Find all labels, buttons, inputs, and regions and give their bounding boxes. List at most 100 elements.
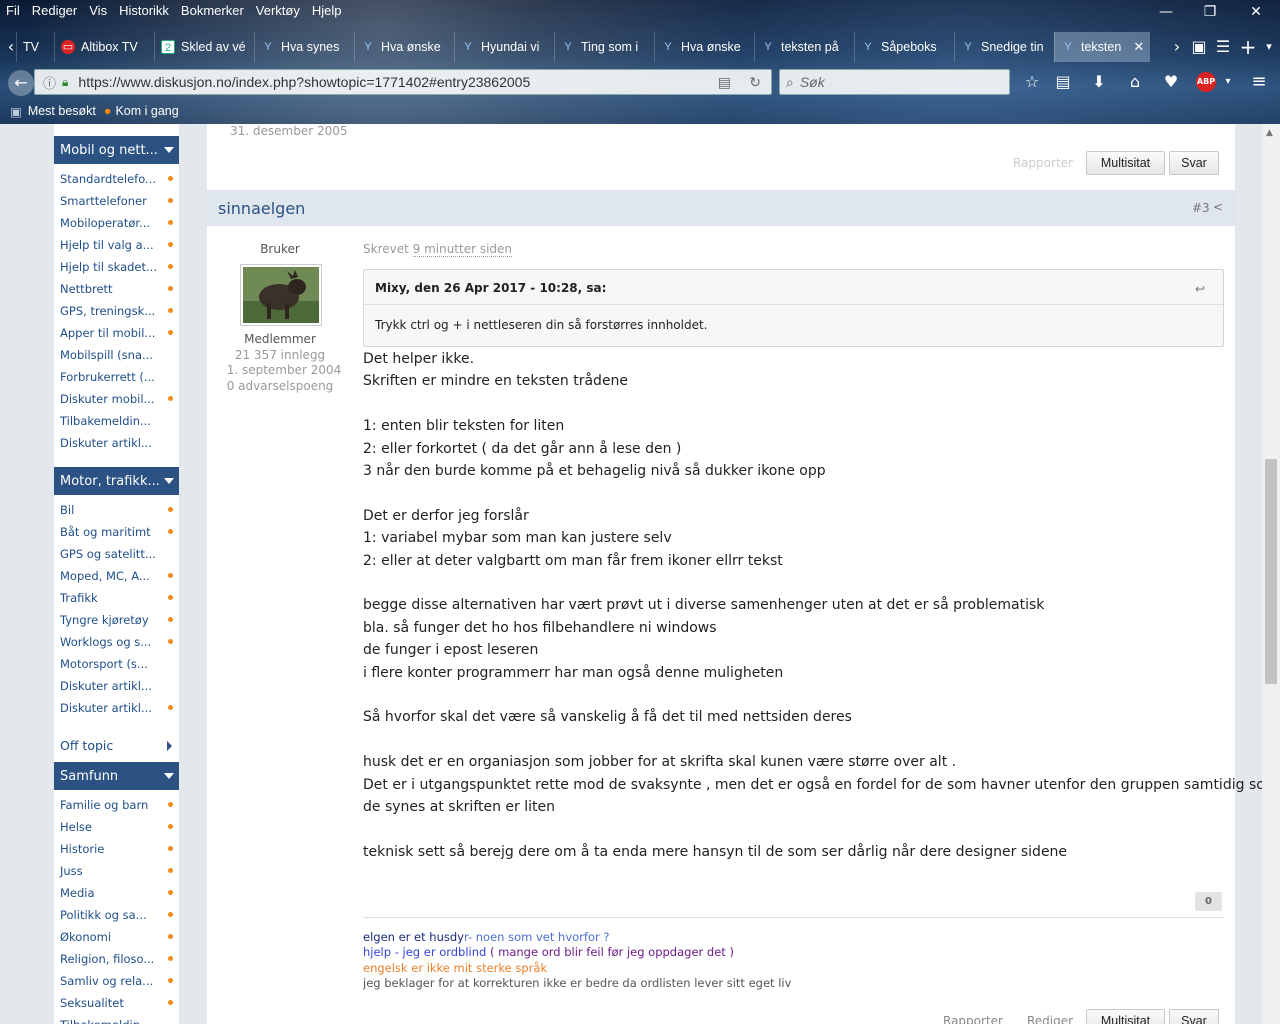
close-tab-icon[interactable]: ✕ (1133, 39, 1144, 55)
menu-file[interactable]: Fil (0, 0, 26, 22)
sidebar-item[interactable]: Religion, filoso... (54, 948, 179, 970)
tab[interactable]: Y Såpeboks (854, 32, 952, 62)
adblock-dropdown-icon[interactable]: ▾ (1217, 71, 1239, 93)
tab[interactable]: Yteksten på (754, 32, 852, 62)
hamburger-menu-icon[interactable]: ≡ (1248, 71, 1270, 93)
menu-tools[interactable]: Verktøy (250, 0, 306, 22)
back-icon[interactable]: ← (8, 70, 34, 96)
sidebar-section-header[interactable]: Motor, trafikk... (54, 467, 179, 495)
sidebar-item[interactable]: Juss (54, 860, 179, 882)
avatar[interactable] (240, 264, 322, 326)
sidebar-item[interactable]: Diskuter artikl... (54, 697, 179, 719)
menu-view[interactable]: Vis (83, 0, 113, 22)
jump-to-quote-icon[interactable]: ↩ (1195, 282, 1205, 296)
url-bar[interactable]: ⓘ 🔒︎ https://www.diskusjon.no/index.php?… (34, 69, 772, 95)
tab[interactable]: Y Hva synes (254, 32, 352, 62)
menu-help[interactable]: Hjelp (306, 0, 348, 22)
chevron-down-icon[interactable] (164, 773, 174, 779)
home-icon[interactable]: ⌂ (1124, 71, 1146, 93)
new-tab-icon[interactable]: + (1237, 36, 1259, 58)
bookmark-star-icon[interactable]: ☆ (1021, 71, 1043, 93)
sidebar-item[interactable]: Trafikk (54, 587, 179, 609)
share-icon[interactable]: < (1213, 200, 1223, 214)
sidebar-item[interactable]: Seksualitet (54, 992, 179, 1014)
sidebar-section-header[interactable]: Samfunn (54, 762, 179, 790)
sidebar-item[interactable]: Økonomi (54, 926, 179, 948)
post-number[interactable]: #3 (1192, 201, 1210, 215)
sidebar-section-header[interactable]: Mobil og nett... (54, 136, 179, 164)
tab[interactable]: Y Snedige tin (954, 32, 1052, 62)
chevron-right-icon[interactable] (167, 741, 172, 751)
sidebar-item[interactable]: GPS, treningsk... (54, 300, 179, 322)
tab[interactable]: Y Hva ønske (354, 32, 452, 62)
chevron-down-icon[interactable] (164, 147, 174, 153)
tab[interactable]: Y Hyundai vi (454, 32, 552, 62)
reader-view-icon[interactable]: ▤ (718, 74, 731, 91)
post-username[interactable]: sinnaelgen (218, 199, 305, 218)
download-icon[interactable]: ⬇ (1088, 71, 1110, 93)
menu-bookmarks[interactable]: Bokmerker (175, 0, 250, 22)
pocket-icon[interactable]: ♥ (1160, 71, 1182, 93)
sidebar-item[interactable]: Bil (54, 499, 179, 521)
sidebar-item[interactable]: Mobilspill (sna... (54, 344, 179, 366)
tab[interactable]: 2 Skled av vé (154, 32, 252, 62)
scrollbar-thumb[interactable] (1265, 459, 1277, 684)
page-scrollbar[interactable]: ▲ (1262, 124, 1280, 1024)
sidebar-item[interactable]: Smarttelefoner (54, 190, 179, 212)
adblock-icon[interactable]: ABP (1196, 72, 1216, 92)
sidebar-item[interactable]: Diskuter mobil... (54, 388, 179, 410)
sidebar-offtopic[interactable]: Off topic (54, 732, 179, 758)
tab[interactable]: Y Hva ønske (654, 32, 752, 62)
tab-groups-icon[interactable]: ▣ (1188, 36, 1210, 58)
sidebar-item[interactable]: Diskuter artikl... (54, 432, 179, 454)
prev-report-link[interactable]: Rapporter (1013, 156, 1073, 170)
scroll-up-icon[interactable]: ▲ (1266, 128, 1273, 138)
tab[interactable]: Y Ting som i (554, 32, 652, 62)
sidebar-item[interactable]: Helse (54, 816, 179, 838)
sidebar-item[interactable]: Hjelp til valg a... (54, 234, 179, 256)
tab-active[interactable]: Yteksten ✕ (1054, 32, 1150, 62)
sidebar-item[interactable]: Nettbrett (54, 278, 179, 300)
rss-icon[interactable]: ☰ (1212, 36, 1234, 58)
sidebar-item[interactable]: Politikk og sa... (54, 904, 179, 926)
sidebar-item[interactable]: Forbrukerrett (... (54, 366, 179, 388)
minimize-icon[interactable]: — (1156, 4, 1176, 20)
sidebar-item[interactable]: Samliv og rela... (54, 970, 179, 992)
menu-history[interactable]: Historikk (113, 0, 175, 22)
close-window-icon[interactable]: ✕ (1246, 4, 1266, 20)
tab[interactable]: TV (16, 32, 52, 62)
sidebar-item[interactable]: Familie og barn (54, 794, 179, 816)
sidebar-item[interactable]: Apper til mobil... (54, 322, 179, 344)
tab-list-icon[interactable]: ▾ (1258, 36, 1280, 58)
chevron-down-icon[interactable] (164, 478, 174, 484)
sidebar-item[interactable]: Mobiloperatør... (54, 212, 179, 234)
prev-multiquote-button[interactable]: Multisitat (1086, 151, 1165, 175)
sidebar-item[interactable]: Hjelp til skadet... (54, 256, 179, 278)
maximize-icon[interactable]: ❐ (1200, 4, 1220, 20)
sidebar-item[interactable]: Historie (54, 838, 179, 860)
reply-button[interactable]: Svar (1169, 1009, 1219, 1024)
reputation-badge[interactable]: 0 (1195, 892, 1222, 911)
sidebar-item[interactable]: Media (54, 882, 179, 904)
bookmarks-list-icon[interactable]: ▤ (1052, 71, 1074, 93)
sidebar-item[interactable]: Moped, MC, A... (54, 565, 179, 587)
sidebar-item[interactable]: Tyngre kjøretøy (54, 609, 179, 631)
sidebar-item[interactable]: Diskuter artikl... (54, 675, 179, 697)
sidebar-item[interactable]: Tilbakemeldin... (54, 1014, 179, 1024)
sidebar-item[interactable]: GPS og satelitt... (54, 543, 179, 565)
tab-scroll-right-icon[interactable]: › (1166, 36, 1188, 58)
sidebar-item[interactable]: Tilbakemeldin... (54, 410, 179, 432)
prev-reply-button[interactable]: Svar (1169, 151, 1219, 175)
sidebar-item[interactable]: Motorsport (s... (54, 653, 179, 675)
search-bar[interactable]: ⌕ Søk (779, 69, 1010, 95)
bookmark-most-visited[interactable]: Mest besøkt (28, 104, 96, 118)
tab[interactable]: ▭ Altibox TV (54, 32, 152, 62)
menu-edit[interactable]: Rediger (26, 0, 84, 22)
sidebar-item[interactable]: Båt og maritimt (54, 521, 179, 543)
bookmark-get-started[interactable]: Kom i gang (115, 104, 178, 118)
info-icon[interactable]: ⓘ (43, 73, 56, 92)
sidebar-item[interactable]: Standardtelefo... (54, 168, 179, 190)
multiquote-button[interactable]: Multisitat (1086, 1009, 1165, 1024)
edit-link[interactable]: Rediger (1027, 1014, 1073, 1024)
sidebar-item[interactable]: Worklogs og s... (54, 631, 179, 653)
